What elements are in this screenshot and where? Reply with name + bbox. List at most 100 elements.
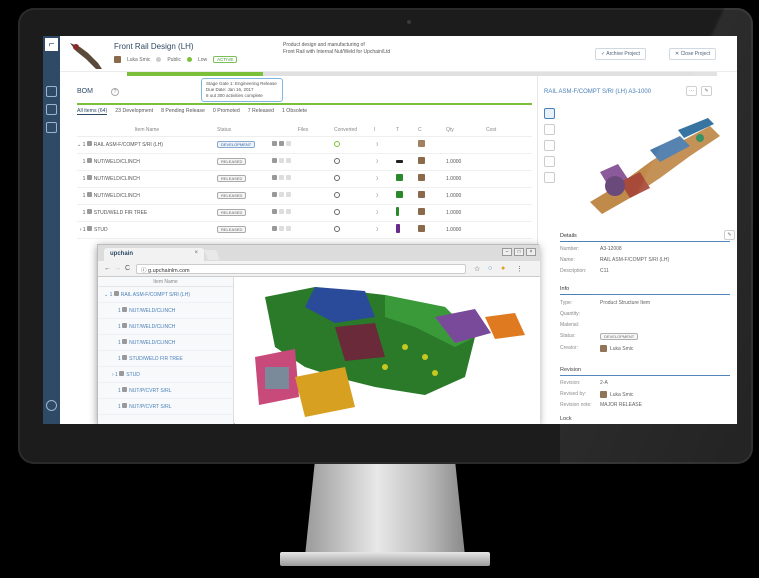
extension-icon[interactable]: ○ (488, 265, 492, 272)
col-item-name[interactable]: Item Name (77, 124, 217, 137)
file-icon[interactable] (286, 192, 291, 197)
settings-icon[interactable] (46, 122, 57, 133)
file-icon[interactable] (286, 175, 291, 180)
row-qty (446, 136, 486, 154)
tree-row[interactable]: 1 STUD/WELD FIR TREE (98, 351, 233, 367)
info-icon[interactable]: ? (111, 88, 119, 96)
detail-title[interactable]: RAIL ASM-F/COMPT S/RI (LH) A3-1000 (544, 89, 651, 95)
file-icon[interactable] (279, 192, 284, 197)
col-converted[interactable]: Converted (334, 124, 374, 137)
project-title[interactable]: Front Rail Design (LH) (114, 42, 194, 51)
stage-tooltip-line-3: 8 out 300 activities complete (206, 93, 263, 98)
tree-row[interactable]: 1 NUT/WELD/CLINCH (98, 335, 233, 351)
row-item-name[interactable]: › 1 STUD (77, 221, 217, 239)
col-t: T (396, 124, 418, 137)
file-icon[interactable] (279, 158, 284, 163)
file-icon[interactable] (272, 192, 277, 197)
new-tab-button[interactable] (204, 250, 220, 260)
file-icon[interactable] (286, 141, 291, 146)
file-icon[interactable] (272, 226, 277, 231)
file-icon[interactable] (272, 209, 277, 214)
tab-document-icon[interactable] (544, 124, 555, 135)
forward-icon[interactable]: → (114, 265, 121, 272)
document-icon[interactable] (46, 104, 57, 115)
table-row[interactable]: 1 NUT/WELD/CLINCH RELEASED ☽ 1.0000 (77, 153, 532, 171)
folder-icon[interactable] (46, 86, 57, 97)
file-icon[interactable] (286, 226, 291, 231)
archive-project-button[interactable]: ✓ Archive Project (595, 48, 646, 60)
maximize-icon[interactable]: □ (514, 248, 524, 256)
project-description: Product design and manufacturing of Fron… (283, 42, 443, 56)
file-icon[interactable] (272, 175, 277, 180)
detail-key: Name: (560, 257, 575, 263)
edit-icon[interactable]: ✎ (701, 86, 712, 96)
menu-icon[interactable]: ⋮ (516, 265, 523, 273)
tree-row[interactable]: 1 NUT/WELD/CLINCH (98, 303, 233, 319)
back-icon[interactable]: ← (104, 265, 111, 272)
col-cost[interactable]: Cost (486, 124, 532, 137)
filter-development[interactable]: 23 Development (115, 108, 153, 115)
file-icon[interactable] (279, 226, 284, 231)
col-files[interactable]: Files (272, 124, 334, 137)
tree-expander[interactable]: › 1 (112, 372, 118, 378)
tab-image-icon[interactable] (544, 140, 555, 151)
reload-icon[interactable]: C (125, 265, 130, 272)
minimize-icon[interactable]: – (502, 248, 512, 256)
filter-released[interactable]: 7 Released (248, 108, 274, 115)
tab-cube-icon[interactable] (544, 172, 555, 183)
tab-list-icon[interactable] (544, 108, 555, 119)
close-project-button[interactable]: ✕ Close Project (669, 48, 717, 60)
file-icon[interactable] (272, 141, 277, 146)
row-expander[interactable]: › 1 (80, 227, 86, 233)
col-qty[interactable]: Qty (446, 124, 486, 137)
table-row[interactable]: ⌄ 1 RAIL ASM-F/COMPT S/RI (LH) DEVELOPME… (77, 136, 532, 154)
row-item-name[interactable]: ⌄ 1 RAIL ASM-F/COMPT S/RI (LH) (77, 136, 217, 154)
row-item-name[interactable]: 1 NUT/WELD/CLINCH (77, 187, 217, 205)
star-icon[interactable]: ☆ (474, 265, 480, 273)
file-icon[interactable] (279, 141, 284, 146)
table-row[interactable]: › 1 STUD RELEASED ☽ 1.0000 (77, 221, 532, 239)
row-expander[interactable]: ⌄ 1 (77, 142, 85, 148)
tab-history-icon[interactable] (544, 156, 555, 167)
assembly-icon (87, 226, 93, 231)
table-row[interactable]: 1 STUD/WELD FIR TREE RELEASED ☽ 1.0000 (77, 204, 532, 222)
table-row[interactable]: 1 NUT/WELD/CLINCH RELEASED ☽ 1.0000 (77, 187, 532, 205)
tree-row[interactable]: ⌄ 1 RAIL ASM-F/COMPT S/RI (LH) (98, 287, 233, 303)
edit-details-icon[interactable]: ✎ (724, 230, 735, 240)
detail-value: Product Structure Item (600, 300, 651, 306)
close-tab-icon[interactable]: × (194, 250, 198, 256)
row-c (418, 170, 446, 188)
owner-name[interactable]: Luka Smic (127, 57, 150, 63)
upchain-logo-icon[interactable]: ⌐ (45, 38, 58, 51)
close-window-icon[interactable]: × (526, 248, 536, 256)
more-icon[interactable]: ··· (686, 86, 697, 96)
part-preview-image[interactable] (560, 102, 730, 226)
table-row[interactable]: 1 NUT/WELD/CLINCH RELEASED ☽ 1.0000 (77, 170, 532, 188)
tree-row[interactable]: 1 NUT/P/CVRT S/RL (98, 383, 233, 399)
filter-pending[interactable]: 8 Pending Release (161, 108, 205, 115)
browser-tab[interactable]: upchain × (104, 248, 204, 261)
row-files (272, 136, 334, 154)
filter-obsolete[interactable]: 1 Obsolete (282, 108, 307, 115)
file-icon[interactable] (279, 175, 284, 180)
tree-row[interactable]: 1 NUT/WELD/CLINCH (98, 319, 233, 335)
3d-model-viewer[interactable] (235, 277, 540, 424)
extension-icon[interactable]: ● (501, 265, 505, 272)
browser-window: upchain × – □ × ← → C ⓘ g.upchainlm.com … (97, 244, 540, 424)
row-name-text: STUD (94, 227, 108, 233)
row-item-name[interactable]: 1 NUT/WELD/CLINCH (77, 170, 217, 188)
file-icon[interactable] (286, 209, 291, 214)
col-status[interactable]: Status (217, 124, 272, 137)
file-icon[interactable] (279, 209, 284, 214)
filter-promoted[interactable]: 0 Promoted (213, 108, 240, 115)
file-icon[interactable] (286, 158, 291, 163)
row-item-name[interactable]: 1 NUT/WELD/CLINCH (77, 153, 217, 171)
url-input[interactable]: ⓘ g.upchainlm.com (136, 264, 466, 274)
tree-row[interactable]: › 1 STUD (98, 367, 233, 383)
row-item-name[interactable]: 1 STUD/WELD FIR TREE (77, 204, 217, 222)
filter-all[interactable]: All items (64) (77, 108, 108, 115)
help-icon[interactable] (46, 400, 57, 411)
tree-row[interactable]: 1 NUT/P/CVRT S/RL (98, 399, 233, 415)
file-icon[interactable] (272, 158, 277, 163)
tree-expander[interactable]: ⌄ 1 (104, 292, 112, 298)
